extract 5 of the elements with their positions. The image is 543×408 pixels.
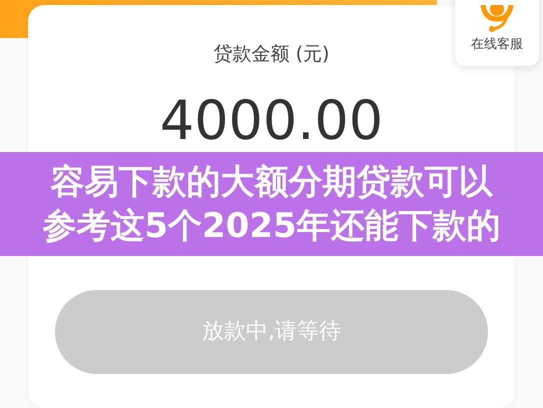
loan-amount: 4000.00 [160, 94, 384, 148]
caption-line: 参考这5个2025年还能下款的 [42, 205, 501, 248]
customer-service-button[interactable]: 在线客服 [455, 0, 539, 66]
amount-label: 贷款金额 (元) [214, 43, 330, 66]
caption-line: 容易下款的大额分期贷款可以 [50, 161, 492, 204]
